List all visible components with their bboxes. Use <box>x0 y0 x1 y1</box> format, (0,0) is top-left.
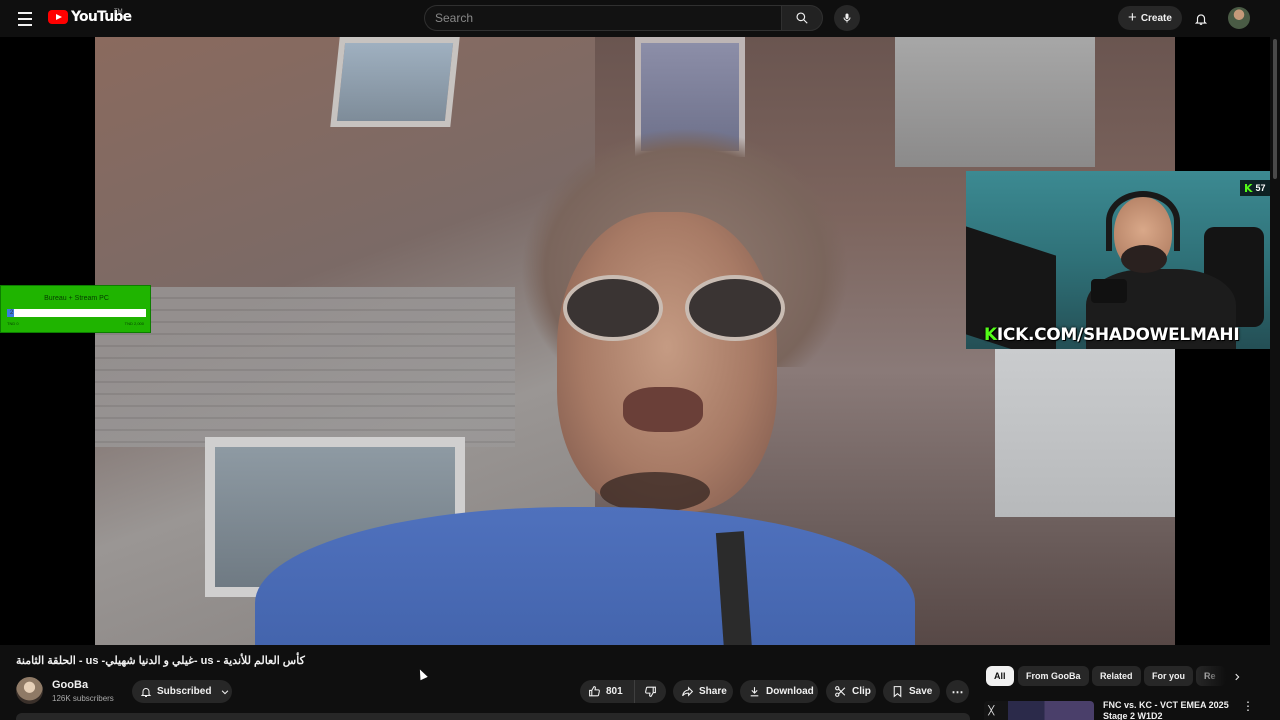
subscriber-count: 126K subscribers <box>52 694 114 703</box>
video-scene-face <box>557 212 777 512</box>
donation-goal-max: TND 2,000 <box>124 321 144 326</box>
notifications-button[interactable] <box>1190 8 1212 30</box>
recommendation-title: FNC vs. KC - VCT EMEA 2025 Stage 2 W1D2 <box>1103 700 1229 720</box>
chips-next-button[interactable] <box>1230 669 1244 685</box>
chip-for-you[interactable]: For you <box>1144 666 1193 686</box>
scissors-icon <box>835 686 846 697</box>
donation-goal-title: Bureau + Stream PC <box>44 295 109 302</box>
thumbnail-logo-icon: ᚷ <box>988 704 995 717</box>
channel-avatar[interactable] <box>16 677 43 704</box>
plus-icon: + <box>1128 9 1137 26</box>
download-button[interactable]: Download <box>740 680 818 703</box>
channel-name[interactable]: GooBa <box>52 679 88 691</box>
webcam-scene-mic <box>1091 279 1127 303</box>
video-scene-window <box>895 37 1095 167</box>
more-actions-button[interactable]: ⋯ <box>946 680 969 703</box>
share-icon <box>682 686 694 697</box>
voice-search-button[interactable] <box>834 5 860 31</box>
video-scene-window <box>330 37 460 127</box>
video-scene-glasses <box>563 275 663 341</box>
kick-channel-url: KICK.COM/SHADOWELMAHI <box>984 325 1240 345</box>
bookmark-icon <box>893 686 902 698</box>
search-button[interactable] <box>781 5 823 31</box>
save-label: Save <box>909 686 933 697</box>
create-button[interactable]: + Create <box>1118 6 1182 30</box>
search-input[interactable] <box>435 11 781 25</box>
menu-icon[interactable] <box>14 8 36 30</box>
chip-fade <box>1196 666 1226 686</box>
scrollbar-thumb[interactable] <box>1273 39 1277 179</box>
description-box[interactable] <box>16 713 970 720</box>
download-label: Download <box>766 686 814 697</box>
video-title: الحلقة الثامنة - us -غيلي و الدنيا شهيلي… <box>16 655 305 667</box>
chip-related[interactable]: Related <box>1092 666 1141 686</box>
bell-icon <box>1194 14 1208 25</box>
kick-url-k: K <box>984 325 997 345</box>
donation-goal-track: 2 <box>7 309 146 317</box>
clip-button[interactable]: Clip <box>826 680 876 703</box>
subscribed-button[interactable]: Subscribed <box>132 680 232 703</box>
thumbs-up-icon <box>589 686 600 697</box>
download-icon <box>750 687 759 697</box>
donation-goal-min: TND 0 <box>7 321 19 326</box>
kick-viewer-count: 57 <box>1255 183 1266 193</box>
kick-viewer-badge: K 57 <box>1240 180 1270 196</box>
video-scene-siding <box>95 287 515 447</box>
like-button[interactable]: 801 <box>580 680 634 703</box>
youtube-logo-icon <box>48 10 68 24</box>
like-count: 801 <box>606 686 623 697</box>
video-player[interactable]: Bureau + Stream PC 2 TND 0 TND 2,000 KIC… <box>0 37 1270 645</box>
page-scrollbar[interactable] <box>1270 37 1280 720</box>
kick-url-rest: ICK.COM/SHADOWELMAHI <box>996 325 1240 345</box>
more-actions-icon: ⋯ <box>951 684 964 699</box>
dislike-button[interactable] <box>634 680 666 703</box>
kick-logo-icon: K <box>1244 181 1253 195</box>
streamer-webcam-overlay: KICK.COM/SHADOWELMAHI <box>966 171 1270 349</box>
mic-icon <box>843 13 851 23</box>
video-scene-beard <box>600 472 710 512</box>
mouse-cursor <box>416 667 428 681</box>
video-scene-glasses <box>685 275 785 341</box>
logo-trademark: TM <box>114 9 123 15</box>
search-box <box>424 5 781 31</box>
create-label: Create <box>1140 12 1172 24</box>
recommendation-thumbnail: ᚷ <box>984 701 1094 720</box>
clip-label: Clip <box>852 686 871 697</box>
webcam-scene-headset <box>1106 191 1180 251</box>
chevron-down-icon <box>222 689 229 694</box>
chevron-right-icon <box>1235 673 1240 681</box>
thumbs-down-icon <box>645 686 656 697</box>
save-button[interactable]: Save <box>883 680 940 703</box>
recommendation-more-icon[interactable]: ⋮ <box>1242 699 1254 713</box>
bell-subscribed-icon <box>140 687 152 697</box>
chip-from-gooba[interactable]: From GooBa <box>1018 666 1089 686</box>
share-button[interactable]: Share <box>673 680 733 703</box>
share-label: Share <box>699 686 727 697</box>
search-icon <box>796 12 808 24</box>
account-avatar[interactable] <box>1228 7 1250 29</box>
recommendation-item[interactable]: ᚷ FNC vs. KC - VCT EMEA 2025 Stage 2 W1D… <box>984 697 1260 720</box>
chip-all[interactable]: All <box>986 666 1014 686</box>
subscribed-label: Subscribed <box>157 686 212 697</box>
donation-goal-overlay: Bureau + Stream PC 2 TND 0 TND 2,000 <box>0 285 151 333</box>
top-bar: YouTube TM + Create <box>0 0 1280 37</box>
video-scene-mouth <box>623 387 703 432</box>
donation-goal-value: 2 <box>10 310 14 316</box>
